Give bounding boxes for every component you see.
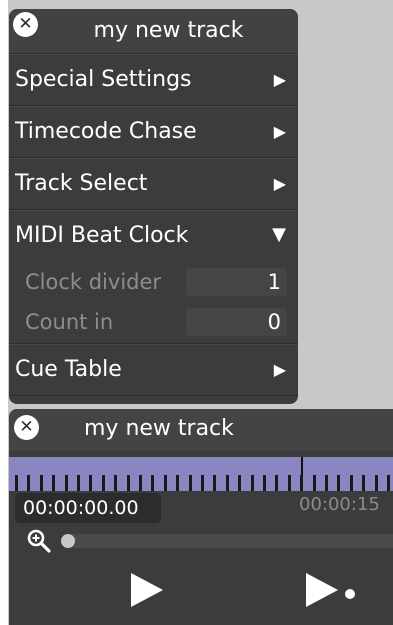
track-settings-panel: ✕ my new track Special Settings ▶ Timeco… <box>9 9 298 404</box>
timeline-tick <box>238 475 242 491</box>
timeline-tick <box>89 475 93 491</box>
timeline-tick <box>201 475 204 491</box>
timeline-tick <box>64 475 68 491</box>
chevron-right-icon: ▶ <box>273 70 286 89</box>
timeline-tick <box>362 475 366 491</box>
chevron-right-icon: ▶ <box>273 174 286 193</box>
clock-divider-row: Clock divider 1 <box>9 262 298 302</box>
menu-item-track-select[interactable]: Track Select ▶ <box>9 158 298 210</box>
zoom-slider[interactable] <box>61 534 393 548</box>
menu-item-label: MIDI Beat Clock <box>15 223 189 248</box>
timeline-ruler[interactable] <box>9 457 393 491</box>
timeline-tick <box>126 475 130 491</box>
timeline-tick <box>176 475 180 491</box>
timeline-tick <box>52 475 56 491</box>
timeline-tick <box>275 475 279 491</box>
play-next-cue-icon[interactable] <box>304 570 364 610</box>
timeline-tick <box>188 475 192 491</box>
timeline-tick <box>114 475 118 491</box>
count-in-row: Count in 0 <box>9 302 298 343</box>
timeline-tick <box>213 475 217 491</box>
midi-beat-clock-settings: Clock divider 1 Count in 0 <box>9 262 298 344</box>
timeline-tick <box>287 475 291 491</box>
timeline-tick <box>250 475 254 491</box>
window-edge <box>0 0 8 625</box>
timecode-display: 00:00:00.00 <box>15 493 161 523</box>
timeline-tick <box>387 475 390 491</box>
timeline-tick <box>163 475 167 491</box>
count-in-label: Count in <box>25 310 114 334</box>
track-settings-header: ✕ my new track <box>9 9 298 54</box>
clock-divider-field[interactable]: 1 <box>186 268 287 296</box>
timeline-tick <box>27 475 31 491</box>
menu-item-midi-beat-clock[interactable]: MIDI Beat Clock ▼ <box>9 210 298 262</box>
menu-item-special-settings[interactable]: Special Settings ▶ <box>9 54 298 106</box>
count-in-field[interactable]: 0 <box>186 308 287 336</box>
timeline-tick <box>39 475 43 491</box>
timeline-tick <box>374 475 378 491</box>
play-icon[interactable] <box>127 570 167 610</box>
time-marker-label: 00:00:15 <box>299 494 380 515</box>
zoom-in-icon[interactable] <box>26 528 52 554</box>
close-icon[interactable]: ✕ <box>14 415 39 440</box>
timeline-tick <box>101 475 105 491</box>
close-icon[interactable]: ✕ <box>13 12 38 37</box>
menu-item-label: Timecode Chase <box>15 119 197 144</box>
timeline-tick <box>325 475 328 491</box>
timeline-tick <box>15 475 18 491</box>
chevron-right-icon: ▶ <box>273 360 286 379</box>
timeline-tick <box>225 475 229 491</box>
timeline-tick <box>263 475 266 491</box>
track-title: my new track <box>93 18 244 43</box>
transport-panel: ✕ my new track 00:00:00.00 00:00:15 <box>9 409 393 625</box>
chevron-down-icon: ▼ <box>272 224 286 245</box>
clock-divider-value: 1 <box>267 270 281 294</box>
timeline-tick <box>300 475 304 491</box>
timeline-tick <box>337 475 341 491</box>
menu-item-cue-table[interactable]: Cue Table ▶ <box>9 344 298 396</box>
timeline-tick <box>77 475 80 491</box>
chevron-right-icon: ▶ <box>273 122 286 141</box>
menu-item-timecode-chase[interactable]: Timecode Chase ▶ <box>9 106 298 158</box>
timeline-tick <box>151 475 155 491</box>
timeline-tick <box>312 475 316 491</box>
count-in-value: 0 <box>267 310 281 334</box>
menu-item-label: Track Select <box>15 171 148 196</box>
menu-item-label: Cue Table <box>15 357 122 382</box>
timeline-tick <box>139 475 142 491</box>
timeline-tick <box>349 475 353 491</box>
zoom-slider-handle[interactable] <box>61 534 75 548</box>
timecode-value: 00:00:00.00 <box>23 497 139 519</box>
transport-header: ✕ my new track <box>9 409 393 451</box>
clock-divider-label: Clock divider <box>25 270 162 294</box>
menu-item-label: Special Settings <box>15 67 192 92</box>
transport-track-title: my new track <box>84 416 234 441</box>
